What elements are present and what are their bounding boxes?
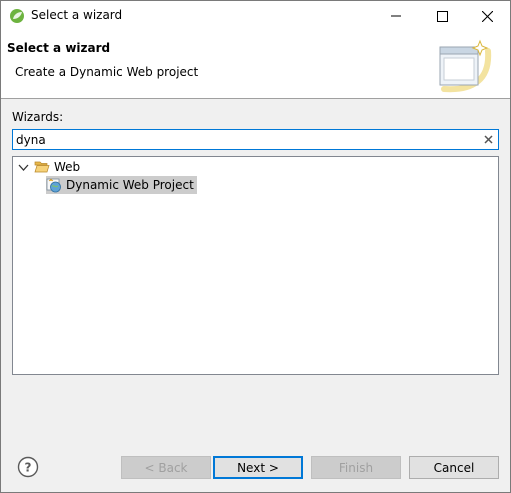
minimize-button[interactable] [373, 1, 419, 31]
header-description: Create a Dynamic Web project [15, 65, 199, 79]
window-title: Select a wizard [31, 8, 123, 22]
folder-open-icon [34, 161, 50, 173]
dynamic-web-project-icon [46, 178, 61, 193]
close-button[interactable] [464, 1, 510, 31]
clear-icon[interactable] [482, 133, 495, 146]
back-button[interactable]: < Back [121, 456, 211, 479]
svg-text:?: ? [25, 461, 32, 475]
maximize-button[interactable] [419, 1, 465, 31]
eclipse-leaf-icon [10, 9, 24, 23]
maximize-icon [436, 10, 448, 22]
finish-button[interactable]: Finish [311, 456, 401, 479]
header-title: Select a wizard [7, 41, 111, 55]
tree-item-label: Dynamic Web Project [66, 178, 194, 192]
tree-item-dynamic-web-project[interactable]: Dynamic Web Project [46, 176, 197, 194]
tree-item-label: Web [54, 160, 81, 174]
wizards-label: Wizards: [12, 110, 64, 124]
wizard-dialog: Select a wizard Select a wizard Create a… [0, 0, 511, 493]
wizard-banner-icon [439, 39, 492, 93]
wizard-tree[interactable]: Web Dynamic Web Project [12, 156, 499, 375]
wizard-header: Select a wizard Create a Dynamic Web pro… [1, 31, 510, 99]
next-button[interactable]: Next > [213, 456, 303, 479]
filter-text: dyna [16, 133, 46, 147]
cancel-button[interactable]: Cancel [409, 456, 499, 479]
close-icon [481, 10, 493, 22]
chevron-down-icon[interactable] [17, 161, 30, 174]
help-icon[interactable]: ? [17, 456, 39, 478]
tree-item-web[interactable]: Web [17, 158, 80, 176]
minimize-icon [391, 15, 401, 17]
wizard-filter-input[interactable]: dyna [12, 129, 499, 150]
title-bar: Select a wizard [1, 1, 510, 31]
